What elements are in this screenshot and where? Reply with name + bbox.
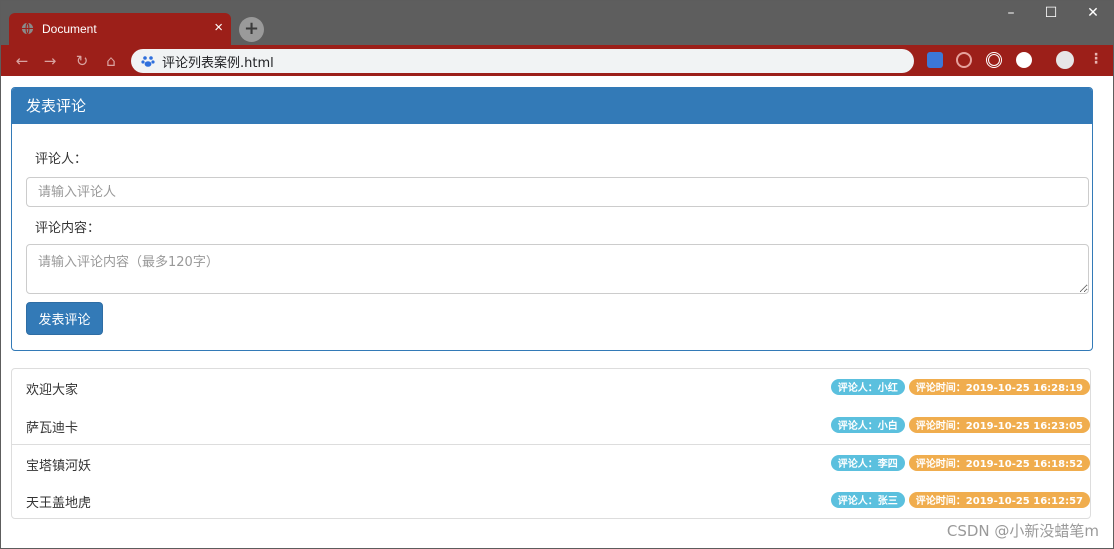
close-window-button[interactable]: ✕ (1073, 5, 1113, 21)
time-badge: 评论时间：2019-10-25 16:12:57 (908, 491, 1090, 508)
comment-form-panel: 发表评论 评论人： 评论内容： 发表评论 (11, 87, 1093, 351)
comment-content: 宝塔镇河妖 (26, 459, 92, 474)
minimize-button[interactable]: – (991, 5, 1031, 21)
back-icon[interactable]: ← (13, 52, 31, 70)
new-tab-button[interactable]: + (239, 17, 264, 42)
comment-list: 欢迎大家 评论人：小红 评论时间：2019-10-25 16:28:19 萨瓦迪… (11, 368, 1091, 519)
commenter-badge: 评论人：小红 (830, 379, 905, 395)
browser-titlebar: Document × + – ☐ ✕ (1, 1, 1113, 45)
baidu-paw-icon (141, 56, 155, 67)
submit-comment-button[interactable]: 发表评论 (26, 302, 103, 335)
reload-icon[interactable]: ↻ (73, 52, 91, 70)
forward-icon[interactable]: → (41, 52, 59, 70)
comment-content: 欢迎大家 (26, 383, 79, 398)
commenter-badge: 评论人：李四 (830, 455, 905, 471)
home-icon[interactable]: ⌂ (102, 52, 120, 70)
extension-target-icon[interactable] (986, 52, 1002, 68)
time-badge: 评论时间：2019-10-25 16:28:19 (908, 379, 1090, 395)
browser-tab[interactable]: Document × (9, 13, 231, 45)
list-item: 宝塔镇河妖 评论人：李四 评论时间：2019-10-25 16:18:52 (12, 444, 1090, 482)
globe-icon (21, 22, 34, 35)
content-label: 评论内容： (35, 221, 101, 236)
list-item: 欢迎大家 评论人：小红 评论时间：2019-10-25 16:28:19 (12, 369, 1090, 407)
time-badge: 评论时间：2019-10-25 16:23:05 (908, 416, 1090, 433)
list-item: 萨瓦迪卡 评论人：小白 评论时间：2019-10-25 16:23:05 (12, 407, 1090, 445)
tab-title: Document (42, 22, 97, 36)
browser-menu-icon[interactable]: ⋮ (1089, 51, 1103, 67)
profile-avatar[interactable] (1056, 51, 1074, 69)
commenter-badge: 评论人：小白 (830, 416, 905, 433)
tab-close-icon[interactable]: × (214, 19, 223, 36)
time-badge: 评论时间：2019-10-25 16:18:52 (908, 455, 1090, 471)
csdn-watermark: CSDN @小新没蜡笔m (946, 522, 1099, 540)
commenter-label: 评论人： (35, 152, 88, 167)
extension-sync-icon[interactable] (956, 52, 972, 68)
maximize-button[interactable]: ☐ (1031, 5, 1071, 21)
extension-badge-icon[interactable] (1016, 52, 1032, 68)
content-textarea[interactable] (26, 244, 1089, 294)
list-item: 天王盖地虎 评论人：张三 评论时间：2019-10-25 16:12:57 (12, 482, 1090, 520)
panel-heading: 发表评论 (12, 88, 1092, 124)
browser-toolbar: ← → ↻ ⌂ ⋮ (1, 45, 1113, 76)
commenter-badge: 评论人：张三 (830, 491, 905, 508)
address-bar[interactable] (131, 49, 914, 73)
extension-translate-icon[interactable] (927, 52, 943, 68)
url-input[interactable] (162, 52, 862, 70)
commenter-input[interactable] (26, 177, 1089, 207)
comment-content: 萨瓦迪卡 (26, 420, 79, 436)
comment-content: 天王盖地虎 (26, 495, 92, 511)
